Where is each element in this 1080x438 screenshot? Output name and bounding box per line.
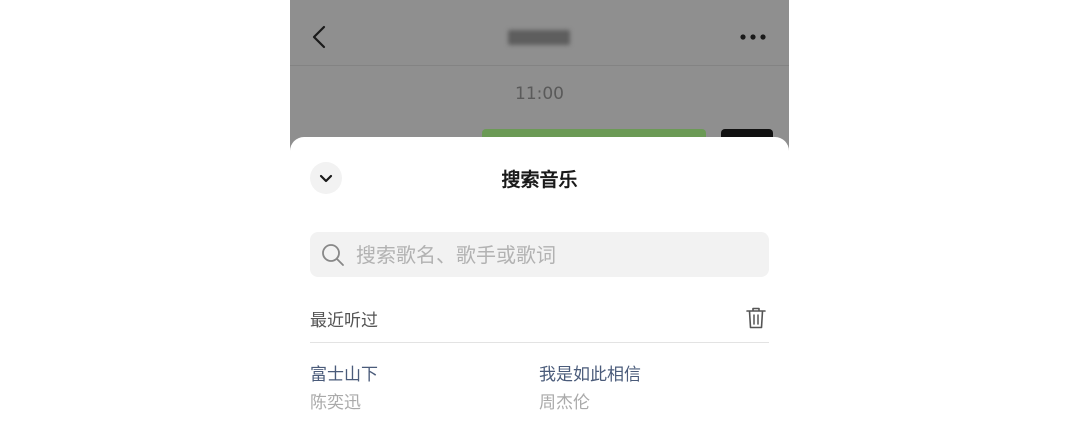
search-box[interactable] bbox=[310, 232, 769, 277]
music-search-sheet: 搜索音乐 最近听过 富士山下 陈奕迅 我是如此相信 周杰伦 bbox=[290, 137, 789, 438]
recent-song-item[interactable]: 我是如此相信 周杰伦 bbox=[539, 364, 739, 414]
more-button[interactable] bbox=[736, 24, 770, 50]
song-artist: 陈奕迅 bbox=[310, 393, 361, 413]
chat-header bbox=[290, 0, 789, 66]
sheet-title: 搜索音乐 bbox=[501, 169, 578, 191]
chat-timestamp: 11:00 bbox=[515, 84, 564, 104]
search-input[interactable] bbox=[356, 232, 756, 277]
back-button[interactable] bbox=[304, 20, 334, 54]
song-title: 富士山下 bbox=[310, 365, 378, 385]
trash-icon bbox=[746, 307, 766, 329]
phone-screen: 11:00 搜索音乐 最近听过 bbox=[290, 0, 789, 438]
song-title: 我是如此相信 bbox=[539, 365, 641, 385]
more-dots-icon bbox=[740, 34, 766, 40]
recent-label: 最近听过 bbox=[310, 311, 378, 331]
song-artist: 周杰伦 bbox=[539, 393, 590, 413]
recent-song-item[interactable]: 富士山下 陈奕迅 bbox=[310, 364, 510, 414]
clear-history-button[interactable] bbox=[743, 305, 769, 331]
search-icon bbox=[322, 244, 344, 266]
chat-title-redacted bbox=[508, 30, 570, 45]
back-chevron-icon bbox=[312, 25, 326, 49]
divider bbox=[310, 342, 769, 343]
